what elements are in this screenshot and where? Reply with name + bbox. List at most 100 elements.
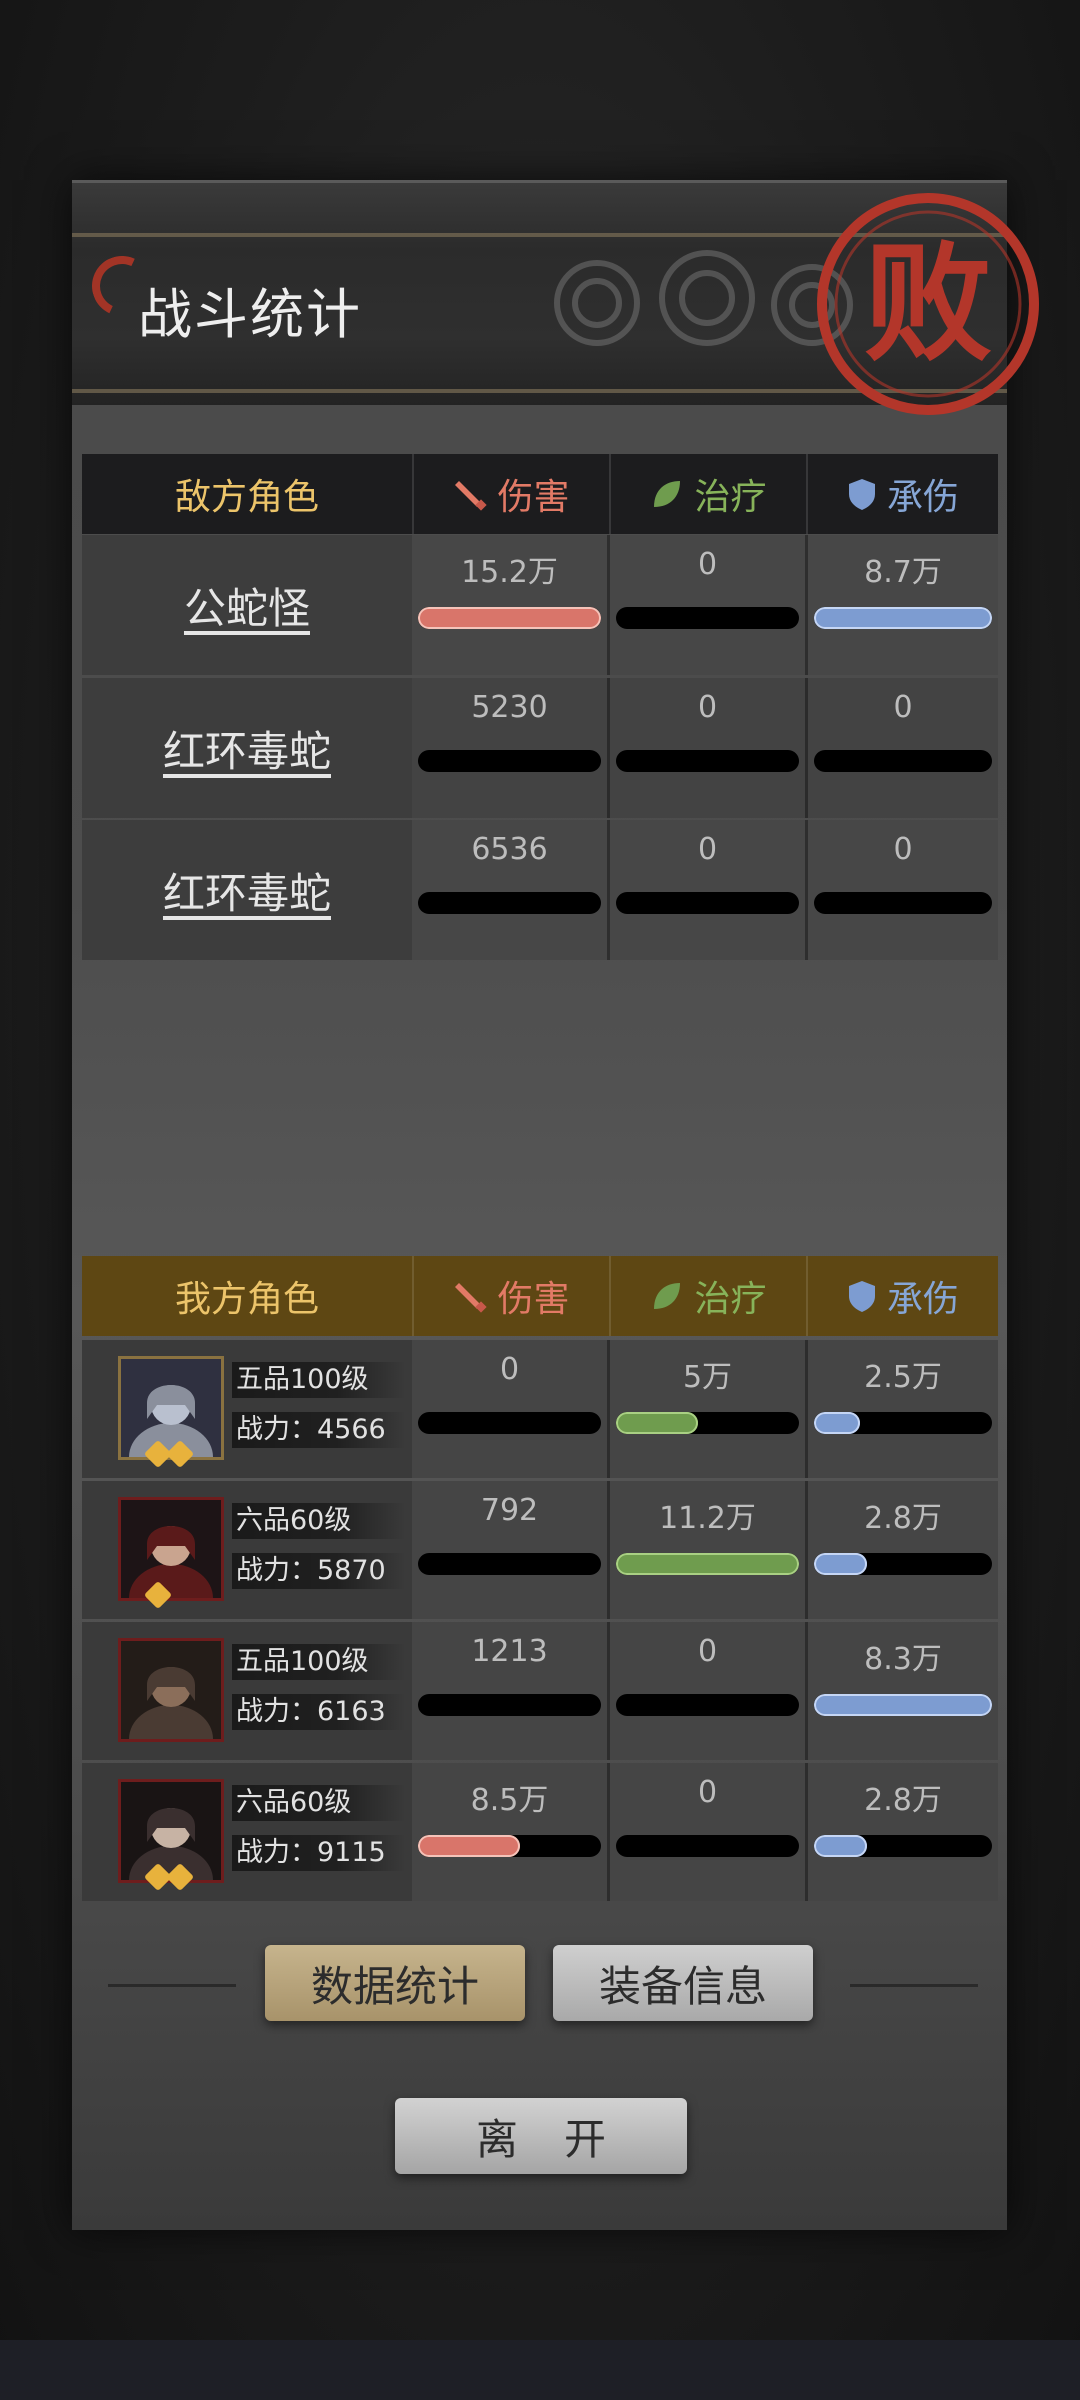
tab-data-stats[interactable]: 数据统计: [265, 1945, 525, 2021]
stat-heal-bar: [616, 607, 799, 629]
stat-tank-fill: [814, 1553, 868, 1575]
stat-damage-fill: [418, 607, 601, 629]
ally-row: 六品60级 战力：5870 792 11.2万 2.8万: [82, 1481, 998, 1619]
ally-header-label: 我方角色: [82, 1256, 414, 1336]
stat-damage-value: 5230: [471, 690, 548, 725]
stat-damage-value: 0: [499, 1352, 520, 1387]
hero-stars: [143, 1439, 195, 1469]
stat-tank: 0: [808, 678, 998, 818]
hero-rank: 五品100级: [232, 1362, 406, 1398]
enemy-row: 红环毒蛇 6536 0 0: [82, 820, 998, 960]
stat-damage-bar: [418, 750, 601, 772]
column-heal: 治疗: [611, 454, 808, 534]
stat-tank: 8.7万: [808, 535, 998, 675]
system-nav-bar: [0, 2340, 1080, 2400]
stat-damage: 8.5万: [412, 1763, 610, 1901]
leaf-icon: [654, 481, 681, 507]
column-damage-label: 伤害: [497, 1279, 570, 1320]
stat-tank-bar: [814, 892, 992, 914]
column-damage: 伤害: [414, 454, 611, 534]
stat-damage-bar: [418, 1553, 601, 1575]
enemy-name-link[interactable]: 红环毒蛇: [163, 718, 331, 779]
stat-damage-bar: [418, 607, 601, 629]
stat-damage-bar: [418, 1835, 601, 1857]
sword-icon: [455, 481, 488, 511]
stat-tank-value: 8.3万: [864, 1642, 942, 1677]
stat-heal-value: 0: [697, 690, 718, 725]
stat-tank-bar: [814, 1412, 992, 1434]
stat-damage: 1213: [412, 1622, 610, 1760]
star-icon: [143, 1580, 173, 1610]
stat-damage: 792: [412, 1481, 610, 1619]
stat-tank: 8.3万: [808, 1622, 998, 1760]
stat-heal-bar: [616, 750, 799, 772]
enemy-header-label: 敌方角色: [82, 454, 414, 534]
stat-damage-bar: [418, 892, 601, 914]
enemy-table-header: 敌方角色 伤害 治疗 承伤: [82, 454, 998, 534]
hero-power: 战力：4566: [232, 1412, 406, 1448]
hero-power: 战力：5870: [232, 1553, 406, 1589]
page-title: 战斗统计: [138, 283, 362, 346]
stat-damage: 0: [412, 1340, 610, 1478]
stat-damage-bar: [418, 1412, 601, 1434]
stat-tank-value: 0: [893, 690, 913, 725]
leaf-icon: [654, 1283, 681, 1309]
sword-icon: [455, 1283, 488, 1313]
ally-row: 五品100级 战力：4566 0 5万 2.5万: [82, 1340, 998, 1478]
stat-heal-value: 11.2万: [659, 1501, 756, 1536]
hero-stars: [143, 1580, 173, 1610]
enemy-row: 红环毒蛇 5230 0 0: [82, 678, 998, 818]
stat-heal-fill: [616, 1412, 699, 1434]
stat-tank-bar: [814, 1694, 992, 1716]
stat-tank-bar: [814, 1553, 992, 1575]
stat-tank-bar: [814, 1835, 992, 1857]
star-icon: [165, 1862, 195, 1892]
stat-heal: 0: [610, 1622, 808, 1760]
shield-icon: [848, 1281, 875, 1312]
stat-tank-fill: [814, 1835, 868, 1857]
enemy-row: 公蛇怪 15.2万 0 8.7万: [82, 535, 998, 675]
stat-damage-bar: [418, 1694, 601, 1716]
stat-damage-value: 1213: [471, 1634, 548, 1669]
stat-heal: 5万: [610, 1340, 808, 1478]
stat-tank-fill: [814, 1412, 861, 1434]
hero-portrait[interactable]: [118, 1497, 224, 1601]
stat-damage-value: 15.2万: [461, 555, 558, 590]
enemy-name-cell: 红环毒蛇: [82, 678, 412, 818]
hero-portrait[interactable]: [118, 1638, 224, 1742]
enemy-name-cell: 红环毒蛇: [82, 820, 412, 960]
stat-damage-value: 6536: [471, 832, 548, 867]
stat-damage-value: 8.5万: [470, 1783, 549, 1818]
stat-tank-bar: [814, 607, 992, 629]
column-heal-label: 治疗: [694, 1279, 767, 1320]
enemy-name-link[interactable]: 红环毒蛇: [163, 860, 331, 921]
tab-equipment-info[interactable]: 装备信息: [553, 1945, 813, 2021]
stat-damage: 5230: [412, 678, 610, 818]
ally-row: 五品100级 战力：6163 1213 0 8.3万: [82, 1622, 998, 1760]
stat-heal-value: 0: [697, 832, 718, 867]
hero-rank: 六品60级: [232, 1785, 406, 1821]
column-damage: 伤害: [414, 1256, 611, 1336]
column-heal-label: 治疗: [694, 477, 767, 518]
stat-damage: 15.2万: [412, 535, 610, 675]
hero-cell: 六品60级 战力：9115: [82, 1763, 412, 1901]
stat-tank-value: 2.5万: [864, 1360, 942, 1395]
stat-heal-value: 0: [697, 1775, 718, 1810]
stat-heal: 0: [610, 678, 808, 818]
divider-line: [108, 1984, 236, 1987]
column-tank-label: 承伤: [886, 1279, 959, 1320]
enemy-name-link[interactable]: 公蛇怪: [184, 575, 310, 636]
stat-heal-fill: [616, 1553, 799, 1575]
stat-heal-bar: [616, 1835, 799, 1857]
hero-avatar-icon: [121, 1782, 221, 1880]
stat-heal-value: 0: [697, 1634, 718, 1669]
hero-cell: 五品100级 战力：4566: [82, 1340, 412, 1478]
hero-rank: 五品100级: [232, 1644, 406, 1680]
stat-tank-fill: [814, 607, 992, 629]
stat-damage: 6536: [412, 820, 610, 960]
hero-power: 战力：6163: [232, 1694, 406, 1730]
divider-line: [850, 1984, 978, 1987]
ally-row: 六品60级 战力：9115 8.5万 0 2.8万: [82, 1763, 998, 1901]
leave-button[interactable]: 离开: [395, 2098, 687, 2174]
stat-heal-bar: [616, 1694, 799, 1716]
